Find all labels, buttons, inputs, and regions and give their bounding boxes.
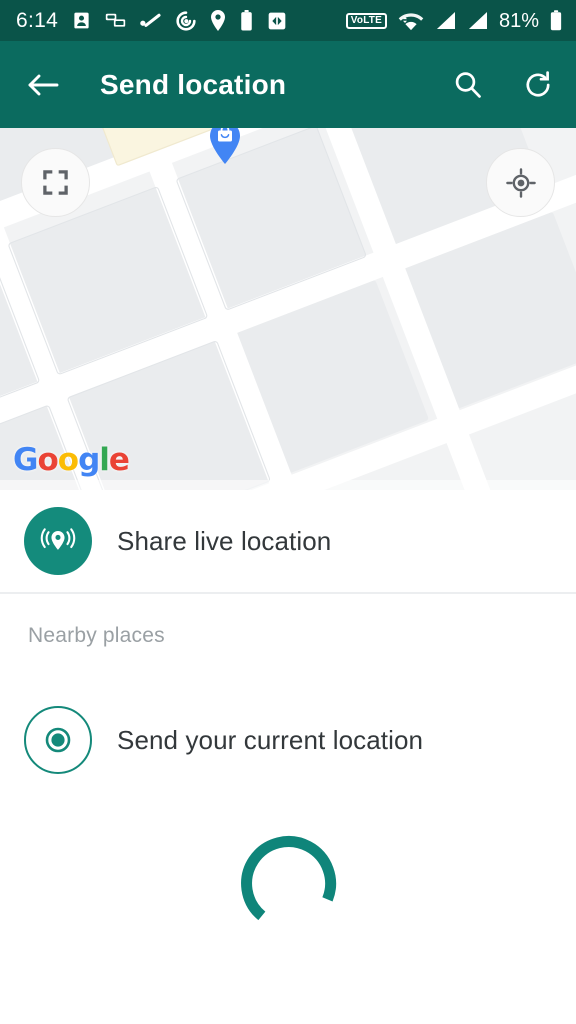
send-location-screen: 6:14 VoLTE 81% Send location Google Shar… — [0, 0, 576, 1024]
volte-badge-icon: VoLTE — [345, 12, 387, 29]
loading-indicator — [0, 835, 576, 935]
check-mark-icon — [140, 13, 161, 27]
current-location-target-icon — [24, 706, 92, 774]
options-sheet: Share live location Nearby places Send y… — [0, 490, 576, 1024]
send-current-location-label: Send your current location — [117, 724, 424, 755]
signal-bars-sim1-icon — [436, 11, 455, 30]
loading-spinner-icon — [241, 836, 337, 921]
page-title: Send location — [100, 68, 287, 100]
fullscreen-icon — [43, 170, 68, 195]
screen-cast-icon — [105, 13, 126, 27]
nearby-places-header: Nearby places — [28, 624, 165, 647]
battery-saver-icon — [241, 10, 252, 31]
location-pin-icon — [211, 10, 226, 31]
contact-icon — [74, 12, 89, 29]
app-bar-actions — [452, 69, 554, 101]
share-live-location-label: Share live location — [117, 525, 332, 556]
refresh-icon — [526, 70, 550, 97]
data-transfer-icon — [268, 12, 286, 29]
google-logo: Google — [13, 442, 130, 478]
status-bar-right: VoLTE 81% — [345, 9, 562, 32]
search-button[interactable] — [452, 69, 484, 101]
send-current-location-row[interactable]: Send your current location — [0, 694, 576, 786]
my-location-crosshair-icon — [505, 167, 536, 198]
live-location-broadcast-icon — [24, 507, 92, 575]
refresh-button[interactable] — [522, 69, 554, 101]
status-bar: 6:14 VoLTE 81% — [0, 0, 576, 41]
battery-percentage: 81% — [498, 9, 539, 32]
signal-bars-sim2-icon — [468, 11, 487, 30]
back-arrow-icon — [28, 74, 59, 95]
google-logo-letter: o — [37, 442, 58, 478]
status-time: 6:14 — [16, 9, 59, 32]
back-button[interactable] — [26, 70, 60, 100]
shop-poi-marker-icon[interactable] — [208, 128, 242, 166]
wifi-icon — [398, 12, 424, 30]
google-logo-letter: o — [57, 442, 79, 478]
google-logo-letter: G — [13, 442, 38, 478]
battery-icon — [550, 10, 562, 31]
search-icon — [455, 71, 481, 98]
google-logo-letter: e — [108, 442, 130, 478]
status-bar-left: 6:14 — [16, 10, 287, 31]
share-live-location-row[interactable]: Share live location — [0, 490, 576, 592]
alarm-record-icon — [176, 10, 196, 31]
google-logo-letter: g — [78, 442, 100, 478]
expand-map-button[interactable] — [21, 148, 90, 217]
google-logo-letter: l — [99, 442, 110, 478]
my-location-button[interactable] — [486, 148, 555, 217]
map-view[interactable]: Google — [0, 128, 576, 490]
app-bar: Send location — [0, 41, 576, 128]
